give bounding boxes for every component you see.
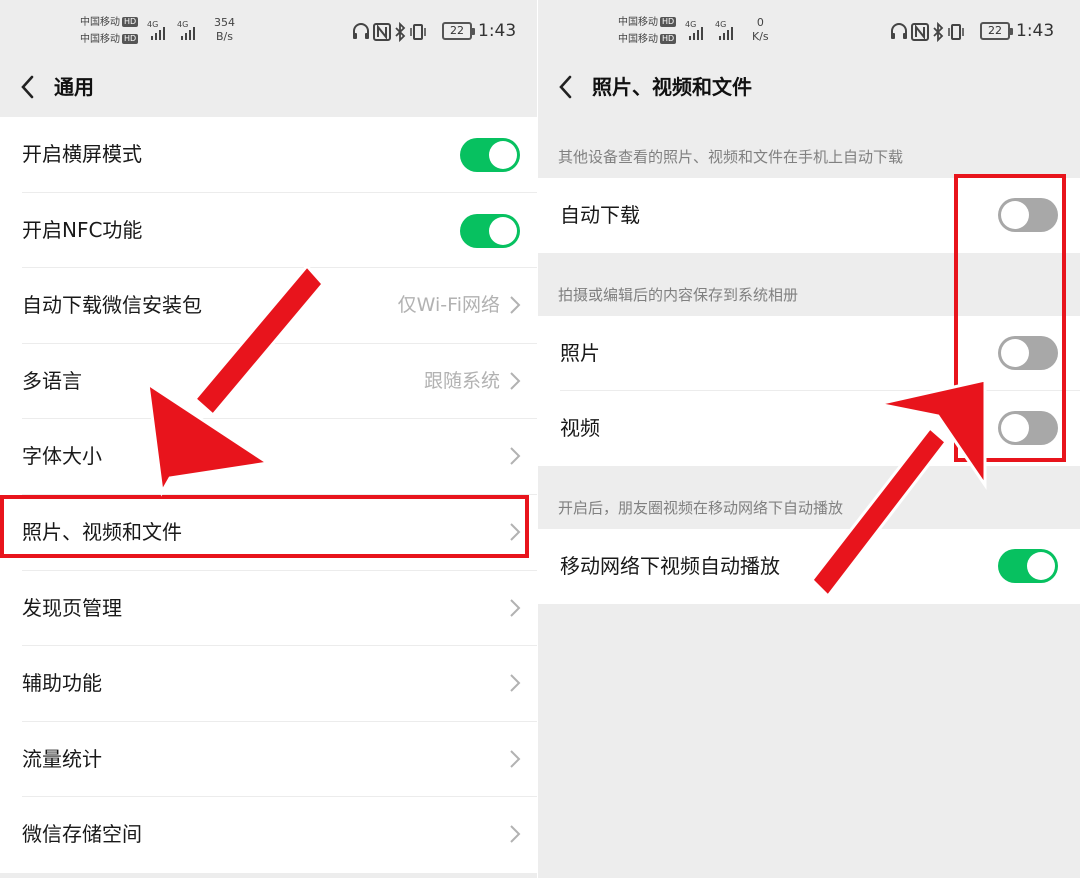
setting-save-videos[interactable]: 视频 xyxy=(538,391,1080,466)
carrier-2: 中国移动 xyxy=(80,34,120,45)
card-autoplay: 移动网络下视频自动播放 xyxy=(538,529,1080,604)
network-type-1: 4G xyxy=(147,20,158,29)
carrier-info: 中国移动 HD 中国移动 HD xyxy=(618,14,677,48)
nfc-toggle[interactable] xyxy=(460,213,520,248)
left-screen-general-settings: 中国移动 HD 中国移动 HD 4G 4G 354 B/s 22 1:43 通用 开… xyxy=(0,0,538,878)
nfc-icon xyxy=(373,23,391,41)
system-status-icons xyxy=(353,21,426,43)
network-type-1: 4G xyxy=(685,20,696,29)
setting-label: 辅助功能 xyxy=(22,671,102,696)
chevron-right-icon xyxy=(510,372,521,390)
card-save-album: 照片 视频 xyxy=(538,316,1080,466)
setting-accessibility[interactable]: 辅助功能 xyxy=(0,646,538,722)
network-type-2: 4G xyxy=(177,20,188,29)
section-title-save-album: 拍摄或编辑后的内容保存到系统相册 xyxy=(558,286,799,304)
speed-unit: K/s xyxy=(752,30,769,43)
signal-icon: 4G 4G xyxy=(147,20,195,40)
headphones-icon xyxy=(891,23,907,39)
hd-badge: HD xyxy=(660,17,677,27)
back-arrow-icon[interactable] xyxy=(18,72,38,102)
carrier-1: 中国移动 xyxy=(618,17,658,28)
hd-badge: HD xyxy=(122,34,139,44)
speed-value: 354 xyxy=(214,16,235,29)
chevron-right-icon xyxy=(510,296,521,314)
setting-label: 照片、视频和文件 xyxy=(22,519,182,544)
section-title-autoplay: 开启后，朋友圈视频在移动网络下自动播放 xyxy=(558,499,844,517)
signal-icon: 4G 4G xyxy=(685,20,733,40)
headphones-icon xyxy=(353,23,369,39)
setting-label: 流量统计 xyxy=(22,746,102,771)
card-auto-download: 自动下载 xyxy=(538,178,1080,253)
bluetooth-icon xyxy=(395,21,406,43)
chevron-right-icon xyxy=(510,674,521,692)
setting-label: 自动下载 xyxy=(560,203,640,227)
setting-value: 仅Wi-Fi网络 xyxy=(397,294,500,317)
setting-photos-videos-files[interactable]: 照片、视频和文件 xyxy=(0,495,538,571)
network-type-2: 4G xyxy=(715,20,726,29)
setting-label: 视频 xyxy=(560,416,600,440)
setting-label: 照片 xyxy=(560,341,600,365)
chevron-right-icon xyxy=(510,825,521,844)
setting-landscape-mode[interactable]: 开启横屏模式 xyxy=(0,117,538,193)
clock: 1:43 xyxy=(1016,21,1055,41)
network-speed: 0 K/s xyxy=(752,16,769,44)
setting-save-photos[interactable]: 照片 xyxy=(538,316,1080,391)
setting-font-size[interactable]: 字体大小 xyxy=(0,419,538,495)
nfc-icon xyxy=(911,23,929,41)
status-bar: 中国移动 HD 中国移动 HD 4G 4G 0 K/s 22 1:43 xyxy=(538,0,1080,62)
chevron-right-icon xyxy=(510,598,521,617)
setting-value: 跟随系统 xyxy=(423,369,500,392)
setting-label: 自动下载微信安装包 xyxy=(22,293,202,318)
setting-label: 移动网络下视频自动播放 xyxy=(560,554,780,578)
carrier-info: 中国移动 HD 中国移动 HD xyxy=(80,14,139,48)
status-bar: 中国移动 HD 中国移动 HD 4G 4G 354 B/s 22 1:43 xyxy=(0,0,538,62)
setting-storage[interactable]: 微信存储空间 xyxy=(0,797,538,873)
vibrate-icon xyxy=(410,24,426,40)
setting-mobile-autoplay[interactable]: 移动网络下视频自动播放 xyxy=(538,529,1080,604)
right-screen-photos-videos-files: 中国移动 HD 中国移动 HD 4G 4G 0 K/s 22 1:43 照片、视频和… xyxy=(538,0,1080,878)
page-title: 通用 xyxy=(54,75,94,99)
landscape-mode-toggle[interactable] xyxy=(460,138,520,172)
setting-label: 微信存储空间 xyxy=(22,822,142,847)
battery-icon: 22 xyxy=(442,22,475,40)
system-status-icons xyxy=(891,21,964,43)
chevron-right-icon xyxy=(510,523,521,541)
chevron-right-icon xyxy=(510,750,521,768)
nav-header: 通用 xyxy=(0,62,538,116)
mobile-autoplay-toggle[interactable] xyxy=(998,549,1058,583)
section-title-auto-download: 其他设备查看的照片、视频和文件在手机上自动下载 xyxy=(558,148,904,166)
network-speed: 354 B/s xyxy=(214,16,235,44)
nav-header: 照片、视频和文件 xyxy=(538,62,1080,116)
settings-list: 开启横屏模式 开启NFC功能 自动下载微信安装包 仅Wi-Fi网络 多语言 跟随… xyxy=(0,117,538,873)
chevron-right-icon xyxy=(510,447,521,466)
save-videos-toggle[interactable] xyxy=(998,411,1058,445)
page-title: 照片、视频和文件 xyxy=(592,75,752,99)
carrier-1: 中国移动 xyxy=(80,17,120,28)
hd-badge: HD xyxy=(660,34,677,44)
setting-label: 字体大小 xyxy=(22,444,102,469)
setting-data-usage[interactable]: 流量统计 xyxy=(0,722,538,798)
setting-label: 开启NFC功能 xyxy=(22,217,143,242)
setting-label: 发现页管理 xyxy=(22,595,122,620)
clock: 1:43 xyxy=(478,21,517,41)
back-arrow-icon[interactable] xyxy=(556,72,576,102)
setting-language[interactable]: 多语言 跟随系统 xyxy=(0,344,538,420)
auto-download-toggle[interactable] xyxy=(998,198,1058,232)
vibrate-icon xyxy=(948,24,964,40)
setting-label: 多语言 xyxy=(22,368,82,393)
battery-icon: 22 xyxy=(980,22,1013,40)
setting-auto-download[interactable]: 自动下载 xyxy=(538,178,1080,253)
bluetooth-icon xyxy=(933,21,944,43)
hd-badge: HD xyxy=(122,17,139,27)
save-photos-toggle[interactable] xyxy=(998,336,1058,370)
setting-discover-management[interactable]: 发现页管理 xyxy=(0,571,538,647)
speed-value: 0 xyxy=(756,16,764,29)
speed-unit: B/s xyxy=(216,30,233,43)
setting-auto-download-package[interactable]: 自动下载微信安装包 仅Wi-Fi网络 xyxy=(0,268,538,344)
carrier-2: 中国移动 xyxy=(618,34,658,45)
setting-label: 开启横屏模式 xyxy=(22,142,142,166)
setting-nfc[interactable]: 开启NFC功能 xyxy=(0,193,538,269)
